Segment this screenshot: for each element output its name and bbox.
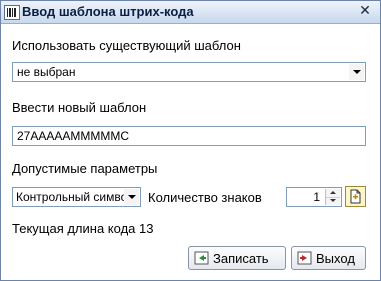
char-count-stepper[interactable]: 1	[286, 187, 342, 207]
spin-down-icon[interactable]	[326, 197, 340, 205]
current-length-text: Текущая длина кода 13	[12, 221, 154, 236]
exit-button[interactable]: Выход	[291, 246, 366, 270]
barcode-icon	[4, 5, 20, 20]
param-type-value: Контрольный символ	[16, 190, 124, 204]
existing-template-select[interactable]: не выбран	[12, 62, 366, 82]
save-button[interactable]: Записать	[188, 246, 286, 270]
char-count-value: 1	[313, 190, 320, 204]
title-bar[interactable]: Ввод шаблона штрих-кода ✕	[1, 1, 380, 24]
existing-template-label: Использовать существующий шаблон	[12, 38, 241, 53]
chevron-down-icon[interactable]	[349, 64, 364, 80]
new-template-input[interactable]: 27AAAAAMMMMMC	[12, 126, 366, 146]
close-icon[interactable]: ✕	[358, 4, 372, 18]
window-title: Ввод шаблона штрих-кода	[22, 4, 194, 19]
add-param-button[interactable]	[345, 186, 366, 207]
exit-button-label: Выход	[316, 251, 355, 266]
params-label: Допустимые параметры	[12, 161, 158, 176]
exit-icon	[297, 251, 312, 265]
new-template-value: 27AAAAAMMMMMC	[17, 129, 130, 143]
save-icon	[194, 251, 209, 265]
existing-template-value: не выбран	[17, 65, 76, 79]
new-template-label: Ввести новый шаблон	[12, 100, 147, 115]
char-count-label: Количество знаков	[148, 190, 262, 205]
param-type-select[interactable]: Контрольный символ	[12, 187, 141, 207]
barcode-template-dialog: Ввод шаблона штрих-кода ✕ Использовать с…	[0, 0, 381, 281]
save-button-label: Записать	[213, 251, 269, 266]
spin-buttons[interactable]	[325, 189, 340, 205]
add-document-icon	[350, 189, 361, 204]
chevron-down-icon[interactable]	[124, 189, 139, 205]
